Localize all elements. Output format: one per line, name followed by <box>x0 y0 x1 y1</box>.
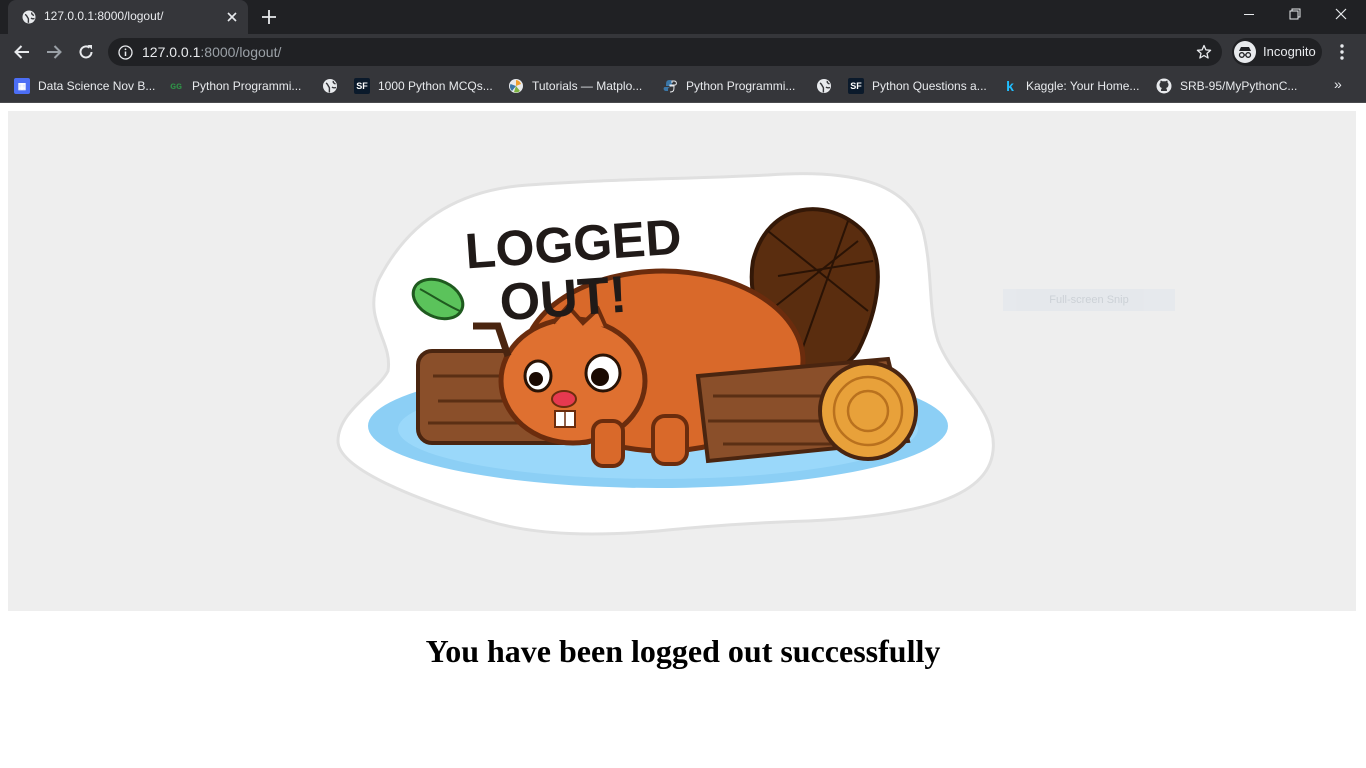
url-host: 127.0.0.1 <box>142 44 201 60</box>
kebab-menu-icon[interactable] <box>1334 42 1350 62</box>
snip-overlay-label: Full-screen Snip <box>1003 289 1175 311</box>
globe-icon <box>323 79 337 93</box>
logged-out-image: LOGGED OUT! <box>8 111 1356 611</box>
python-icon <box>663 80 677 93</box>
matplotlib-icon <box>509 79 523 93</box>
bookmark-label: Kaggle: Your Home... <box>1026 79 1140 93</box>
restore-icon[interactable] <box>1272 0 1318 30</box>
bookmark-item[interactable]: Tutorials — Matplo... <box>508 76 642 96</box>
bookmark-item[interactable] <box>816 76 840 96</box>
active-tab[interactable]: 127.0.0.1:8000/logout/ <box>8 0 248 34</box>
incognito-badge[interactable]: Incognito <box>1232 38 1322 66</box>
sticker-text-line2: OUT! <box>498 266 629 333</box>
browser-toolbar: 127.0.0.1:8000/logout/ Incognito <box>0 34 1366 70</box>
gfg-icon: ɢɢ <box>170 80 182 92</box>
bookmark-item[interactable]: SRB-95/MyPythonC... <box>1156 76 1297 96</box>
browser-chrome: 127.0.0.1:8000/logout/ 127.0.0.1:8000/lo… <box>0 0 1366 103</box>
globe-icon <box>22 10 36 24</box>
bookmark-item[interactable]: Python Programmi... <box>662 76 795 96</box>
bookmark-label: Python Programmi... <box>192 79 302 93</box>
incognito-label: Incognito <box>1263 44 1316 59</box>
incognito-icon <box>1234 41 1256 63</box>
bookmark-label: Data Science Nov B... <box>38 79 156 93</box>
tab-strip: 127.0.0.1:8000/logout/ <box>0 0 1366 34</box>
star-icon[interactable] <box>1196 44 1212 60</box>
bookmark-label: SRB-95/MyPythonC... <box>1180 79 1298 93</box>
minimize-icon[interactable] <box>1226 0 1272 30</box>
sf-icon: SF <box>848 78 864 94</box>
bookmark-label: Python Questions a... <box>872 79 987 93</box>
address-bar[interactable]: 127.0.0.1:8000/logout/ <box>108 38 1222 66</box>
info-icon[interactable] <box>118 45 133 60</box>
bookmark-label: Python Programmi... <box>686 79 796 93</box>
bookmark-item[interactable]: ▦ Data Science Nov B... <box>14 76 155 96</box>
sf-icon: SF <box>354 78 370 94</box>
bookmarks-bar: ▦ Data Science Nov B... ɢɢ Python Progra… <box>0 70 1366 103</box>
logout-message: You have been logged out successfully <box>425 633 941 669</box>
bookmark-label: 1000 Python MCQs... <box>378 79 493 93</box>
bookmark-label: Tutorials — Matplo... <box>532 79 643 93</box>
close-icon[interactable] <box>224 9 240 25</box>
back-icon[interactable] <box>12 42 32 62</box>
beaver-sticker-illustration: LOGGED OUT! <box>336 172 995 536</box>
calendar-icon: ▦ <box>14 78 30 94</box>
tab-title: 127.0.0.1:8000/logout/ <box>44 9 164 23</box>
window-close-icon[interactable] <box>1318 0 1364 30</box>
url-path: :8000/logout/ <box>200 44 282 60</box>
snip-overlay-text: Full-screen Snip <box>1049 294 1129 306</box>
kaggle-icon: k <box>1006 78 1014 94</box>
bookmark-item[interactable]: SF Python Questions a... <box>848 76 987 96</box>
bookmark-item[interactable] <box>322 76 346 96</box>
globe-icon <box>817 79 831 93</box>
github-icon <box>1156 78 1172 94</box>
bookmark-item[interactable]: k Kaggle: Your Home... <box>1002 76 1139 96</box>
page-viewport: LOGGED OUT! Full-screen Snip You have be… <box>0 103 1366 768</box>
new-tab-icon[interactable] <box>260 8 278 26</box>
forward-icon[interactable] <box>44 42 64 62</box>
url-text: 127.0.0.1:8000/logout/ <box>142 44 281 60</box>
bookmark-item[interactable]: ɢɢ Python Programmi... <box>168 76 301 96</box>
reload-icon[interactable] <box>76 42 96 62</box>
bookmark-item[interactable]: SF 1000 Python MCQs... <box>354 76 493 96</box>
bookmarks-overflow-button[interactable]: » <box>1334 76 1342 92</box>
